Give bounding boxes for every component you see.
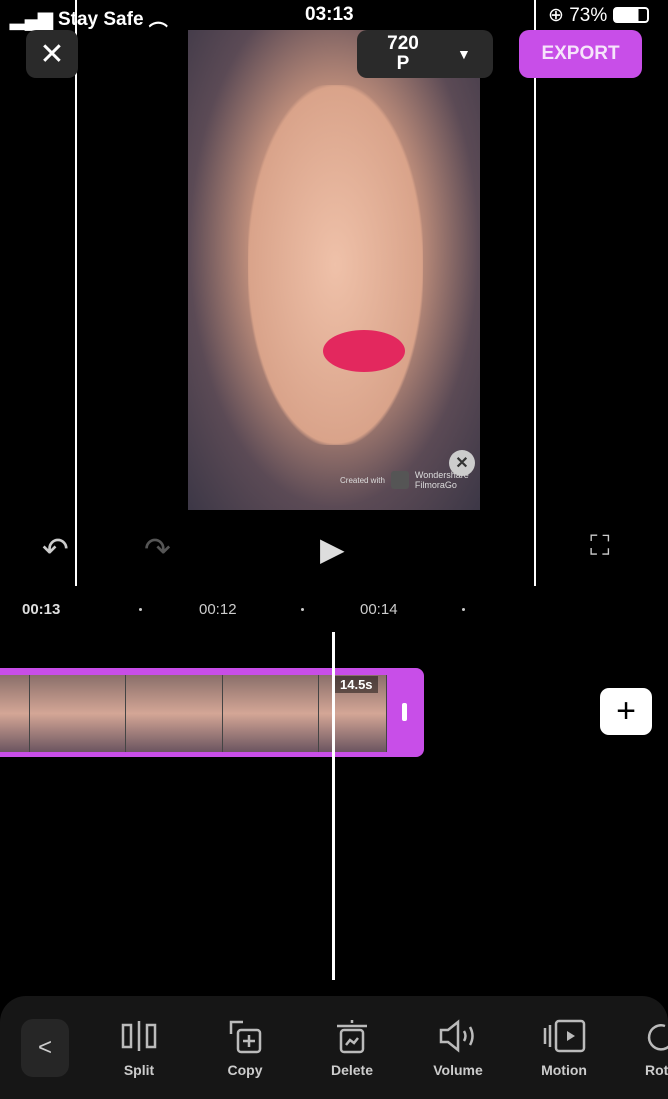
add-clip-button[interactable]: + <box>600 688 652 735</box>
tick-dot <box>462 608 465 611</box>
resolution-dropdown[interactable]: 720 P ▼ <box>357 30 493 78</box>
signal-icon: ▂▄▆ <box>10 9 58 30</box>
playhead[interactable] <box>332 632 335 980</box>
time-current: 00:13 <box>22 601 61 618</box>
rotation-lock-icon: ⊕ <box>548 5 570 26</box>
chevron-left-icon: < <box>37 1034 52 1061</box>
tick-dot <box>301 608 304 611</box>
back-button[interactable]: < <box>21 1019 69 1077</box>
export-button[interactable]: EXPORT <box>519 30 642 78</box>
tick-dot <box>139 608 142 611</box>
rotate-icon <box>645 1016 668 1056</box>
lips <box>323 330 405 372</box>
time-tick: 00:12 <box>199 601 237 618</box>
clip-thumbnails <box>0 675 387 752</box>
close-button[interactable]: ✕ <box>26 30 78 78</box>
remove-watermark-button[interactable]: ✕ <box>449 450 475 476</box>
time-tick: 00:14 <box>360 601 398 618</box>
watermark: Created with Wondershare FilmoraGo <box>340 470 469 490</box>
undo-button[interactable]: ↶ <box>42 530 69 568</box>
tool-rotate[interactable]: Rot <box>625 1016 668 1078</box>
play-button[interactable]: ▶ <box>320 530 345 568</box>
plus-icon: + <box>616 692 636 730</box>
video-preview[interactable] <box>188 30 480 510</box>
face <box>248 85 423 445</box>
delete-icon <box>307 1016 397 1056</box>
clip-trim-handle[interactable] <box>402 703 407 721</box>
filmorago-logo-icon <box>390 471 409 489</box>
clip-duration: 14.5s <box>335 676 378 693</box>
motion-icon <box>519 1016 609 1056</box>
guide-line-right <box>534 0 536 586</box>
guide-line-left <box>75 0 77 586</box>
status-battery: ⊕ 73% <box>548 4 649 27</box>
tool-delete[interactable]: Delete <box>307 1016 397 1078</box>
volume-icon <box>413 1016 503 1056</box>
tool-volume[interactable]: Volume <box>413 1016 503 1078</box>
status-carrier: ▂▄▆ Stay Safe ︵ <box>10 9 168 30</box>
tool-split[interactable]: Split <box>94 1016 184 1078</box>
close-icon: ✕ <box>39 37 65 71</box>
copy-icon <box>200 1016 290 1056</box>
wifi-icon: ︵ <box>148 9 168 30</box>
tool-copy[interactable]: Copy <box>200 1016 290 1078</box>
redo-button[interactable]: ↷ <box>144 530 171 568</box>
battery-icon <box>612 7 649 23</box>
split-icon <box>94 1016 184 1056</box>
status-time: 03:13 <box>305 4 354 25</box>
tool-motion[interactable]: Motion <box>519 1016 609 1078</box>
chevron-down-icon: ▼ <box>457 46 471 62</box>
fullscreen-button[interactable]: ⛶ <box>590 530 610 563</box>
